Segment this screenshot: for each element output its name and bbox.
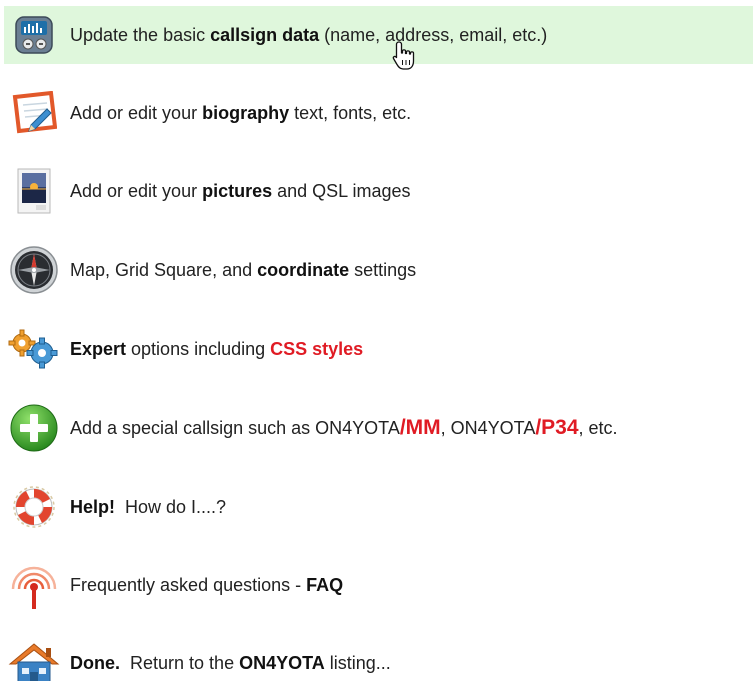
menu-item-callsign-data[interactable]: Update the basic callsign data (name, ad…	[4, 6, 753, 64]
menu-item-label: Update the basic callsign data (name, ad…	[70, 25, 548, 45]
menu-item-label: Frequently asked questions - FAQ	[70, 575, 344, 595]
menu-item-label: Done. Return to the ON4YOTA listing...	[70, 653, 391, 673]
hand-pointer-icon	[392, 40, 416, 72]
menu-item-expert-options[interactable]: Expert options including CSS styles	[4, 320, 753, 378]
menu-item-label: Add or edit your biography text, fonts, …	[70, 103, 412, 123]
gears-icon	[4, 320, 64, 378]
menu-item-label: Help! How do I....?	[70, 497, 227, 517]
menu-item-label: Map, Grid Square, and coordinate setting…	[70, 260, 417, 280]
menu-item-coordinates[interactable]: Map, Grid Square, and coordinate setting…	[4, 241, 753, 299]
menu-item-help[interactable]: Help! How do I....?	[4, 478, 753, 536]
antenna-tower-icon	[4, 556, 64, 614]
menu-item-special-callsign[interactable]: Add a special callsign such as ON4YOTA/M…	[4, 399, 753, 457]
edit-notepad-icon	[4, 84, 64, 142]
compass-icon	[4, 241, 64, 299]
menu-item-faq[interactable]: Frequently asked questions - FAQ	[4, 556, 753, 614]
menu-item-biography[interactable]: Add or edit your biography text, fonts, …	[4, 84, 753, 142]
picture-icon	[4, 162, 64, 220]
control-panel-icon	[4, 6, 64, 64]
add-plus-icon	[4, 399, 64, 457]
menu-item-pictures[interactable]: Add or edit your pictures and QSL images	[4, 162, 753, 220]
settings-menu: Update the basic callsign data (name, ad…	[0, 0, 755, 681]
menu-item-label: Expert options including CSS styles	[70, 339, 364, 359]
menu-item-done[interactable]: Done. Return to the ON4YOTA listing...	[4, 634, 753, 681]
menu-item-label: Add or edit your pictures and QSL images	[70, 181, 411, 201]
lifebuoy-icon	[4, 478, 64, 536]
menu-item-label: Add a special callsign such as ON4YOTA/M…	[70, 416, 618, 439]
home-icon	[4, 634, 64, 681]
